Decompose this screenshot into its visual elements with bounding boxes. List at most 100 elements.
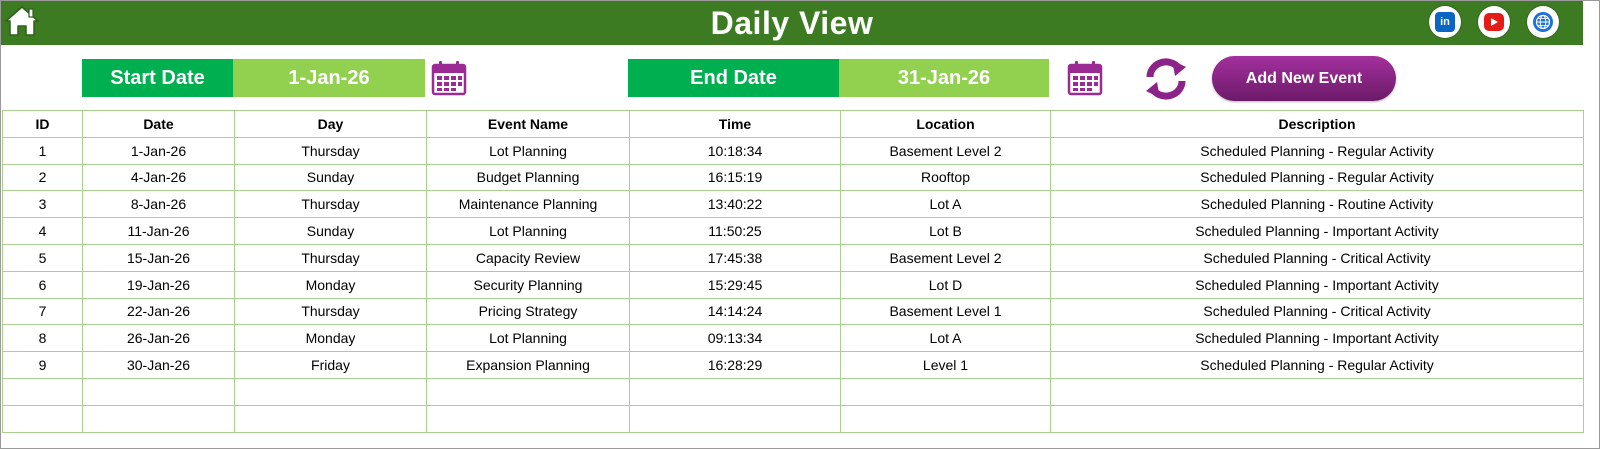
table-row[interactable]: 1 1-Jan-26 Thursday Lot Planning 10:18:34 Bas… — [2, 136, 1584, 165]
linkedin-button[interactable]: in — [1429, 6, 1461, 38]
cell-description[interactable]: Scheduled Planning - Regular Activity — [1050, 136, 1584, 165]
cell-time[interactable]: 15:29:45 — [629, 270, 841, 299]
cell-event-name[interactable]: Capacity Review — [426, 243, 630, 272]
cell-event-name[interactable]: Security Planning — [426, 270, 630, 299]
youtube-button[interactable] — [1478, 6, 1510, 38]
table-row[interactable]: 6 19-Jan-26 Monday Security Planning 15:29:4… — [2, 270, 1584, 299]
empty-cell[interactable] — [82, 404, 235, 433]
cell-id[interactable]: 6 — [2, 270, 83, 299]
cell-id[interactable]: 1 — [2, 136, 83, 165]
cell-time[interactable]: 14:14:24 — [629, 297, 841, 326]
cell-event-name[interactable]: Lot Planning — [426, 217, 630, 245]
column-header-description[interactable]: Description — [1050, 110, 1584, 138]
cell-description[interactable]: Scheduled Planning - Important Activity — [1050, 324, 1584, 353]
cell-description[interactable]: Scheduled Planning - Critical Activity — [1050, 243, 1584, 272]
cell-time[interactable]: 13:40:22 — [629, 190, 841, 219]
cell-day[interactable]: Sunday — [234, 163, 427, 192]
table-row[interactable]: 9 30-Jan-26 Friday Expansion Planning 16:28:… — [2, 351, 1584, 379]
cell-day[interactable]: Monday — [234, 324, 427, 353]
cell-date[interactable]: 4-Jan-26 — [82, 163, 235, 192]
cell-id[interactable]: 4 — [2, 217, 83, 245]
empty-cell[interactable] — [629, 377, 841, 406]
table-row[interactable]: 8 26-Jan-26 Monday Lot Planning 09:13:34 Lot … — [2, 324, 1584, 353]
empty-cell[interactable] — [1050, 377, 1584, 406]
cell-id[interactable]: 5 — [2, 243, 83, 272]
empty-cell[interactable] — [234, 377, 427, 406]
column-header-id[interactable]: ID — [2, 110, 83, 138]
cell-location[interactable]: Basement Level 1 — [840, 297, 1051, 326]
cell-day[interactable]: Monday — [234, 270, 427, 299]
cell-location[interactable]: Basement Level 2 — [840, 136, 1051, 165]
empty-cell[interactable] — [2, 404, 83, 433]
cell-event-name[interactable]: Lot Planning — [426, 324, 630, 353]
cell-date[interactable]: 15-Jan-26 — [82, 243, 235, 272]
column-header-time[interactable]: Time — [629, 110, 841, 138]
cell-date[interactable]: 11-Jan-26 — [82, 217, 235, 245]
cell-description[interactable]: Scheduled Planning - Routine Activity — [1050, 190, 1584, 219]
cell-time[interactable]: 11:50:25 — [629, 217, 841, 245]
cell-time[interactable]: 10:18:34 — [629, 136, 841, 165]
cell-day[interactable]: Thursday — [234, 243, 427, 272]
cell-id[interactable]: 3 — [2, 190, 83, 219]
cell-location[interactable]: Lot B — [840, 217, 1051, 245]
table-row[interactable]: 3 8-Jan-26 Thursday Maintenance Planning 13:… — [2, 190, 1584, 219]
cell-description[interactable]: Scheduled Planning - Regular Activity — [1050, 163, 1584, 192]
empty-cell[interactable] — [840, 377, 1051, 406]
empty-table-row[interactable] — [2, 404, 1584, 433]
cell-location[interactable]: Lot A — [840, 324, 1051, 353]
cell-description[interactable]: Scheduled Planning - Critical Activity — [1050, 297, 1584, 326]
empty-cell[interactable] — [82, 377, 235, 406]
cell-date[interactable]: 1-Jan-26 — [82, 136, 235, 165]
table-row[interactable]: 4 11-Jan-26 Sunday Lot Planning 11:50:25 Lot … — [2, 217, 1584, 245]
cell-date[interactable]: 26-Jan-26 — [82, 324, 235, 353]
column-header-date[interactable]: Date — [82, 110, 235, 138]
empty-cell[interactable] — [426, 377, 630, 406]
start-date-value[interactable]: 1-Jan-26 — [233, 59, 425, 97]
column-header-event-name[interactable]: Event Name — [426, 110, 630, 138]
cell-id[interactable]: 2 — [2, 163, 83, 192]
empty-cell[interactable] — [1050, 404, 1584, 433]
empty-cell[interactable] — [629, 404, 841, 433]
cell-time[interactable]: 17:45:38 — [629, 243, 841, 272]
empty-cell[interactable] — [234, 404, 427, 433]
cell-day[interactable]: Thursday — [234, 190, 427, 219]
cell-time[interactable]: 09:13:34 — [629, 324, 841, 353]
empty-cell[interactable] — [2, 377, 83, 406]
cell-event-name[interactable]: Expansion Planning — [426, 351, 630, 379]
refresh-icon[interactable] — [1142, 57, 1190, 101]
empty-cell[interactable] — [426, 404, 630, 433]
cell-day[interactable]: Friday — [234, 351, 427, 379]
cell-event-name[interactable]: Pricing Strategy — [426, 297, 630, 326]
cell-day[interactable]: Thursday — [234, 297, 427, 326]
cell-description[interactable]: Scheduled Planning - Important Activity — [1050, 217, 1584, 245]
cell-description[interactable]: Scheduled Planning - Important Activity — [1050, 270, 1584, 299]
table-row[interactable]: 5 15-Jan-26 Thursday Capacity Review 17:45:3… — [2, 243, 1584, 272]
cell-date[interactable]: 19-Jan-26 — [82, 270, 235, 299]
website-button[interactable] — [1527, 6, 1559, 38]
cell-date[interactable]: 22-Jan-26 — [82, 297, 235, 326]
cell-location[interactable]: Basement Level 2 — [840, 243, 1051, 272]
end-calendar-icon[interactable] — [1066, 59, 1104, 97]
table-row[interactable]: 7 22-Jan-26 Thursday Pricing Strategy 14:14:… — [2, 297, 1584, 326]
cell-id[interactable]: 7 — [2, 297, 83, 326]
table-row[interactable]: 2 4-Jan-26 Sunday Budget Planning 16:15:19 Ro… — [2, 163, 1584, 192]
cell-time[interactable]: 16:15:19 — [629, 163, 841, 192]
start-calendar-icon[interactable] — [430, 59, 468, 97]
cell-event-name[interactable]: Maintenance Planning — [426, 190, 630, 219]
cell-description[interactable]: Scheduled Planning - Regular Activity — [1050, 351, 1584, 379]
cell-event-name[interactable]: Budget Planning — [426, 163, 630, 192]
cell-location[interactable]: Lot A — [840, 190, 1051, 219]
cell-location[interactable]: Level 1 — [840, 351, 1051, 379]
column-header-location[interactable]: Location — [840, 110, 1051, 138]
empty-cell[interactable] — [840, 404, 1051, 433]
cell-time[interactable]: 16:28:29 — [629, 351, 841, 379]
column-header-day[interactable]: Day — [234, 110, 427, 138]
empty-table-row[interactable] — [2, 377, 1584, 406]
cell-event-name[interactable]: Lot Planning — [426, 136, 630, 165]
cell-id[interactable]: 8 — [2, 324, 83, 353]
cell-location[interactable]: Rooftop — [840, 163, 1051, 192]
cell-day[interactable]: Thursday — [234, 136, 427, 165]
cell-date[interactable]: 30-Jan-26 — [82, 351, 235, 379]
add-new-event-button[interactable]: Add New Event — [1212, 56, 1396, 101]
cell-id[interactable]: 9 — [2, 351, 83, 379]
